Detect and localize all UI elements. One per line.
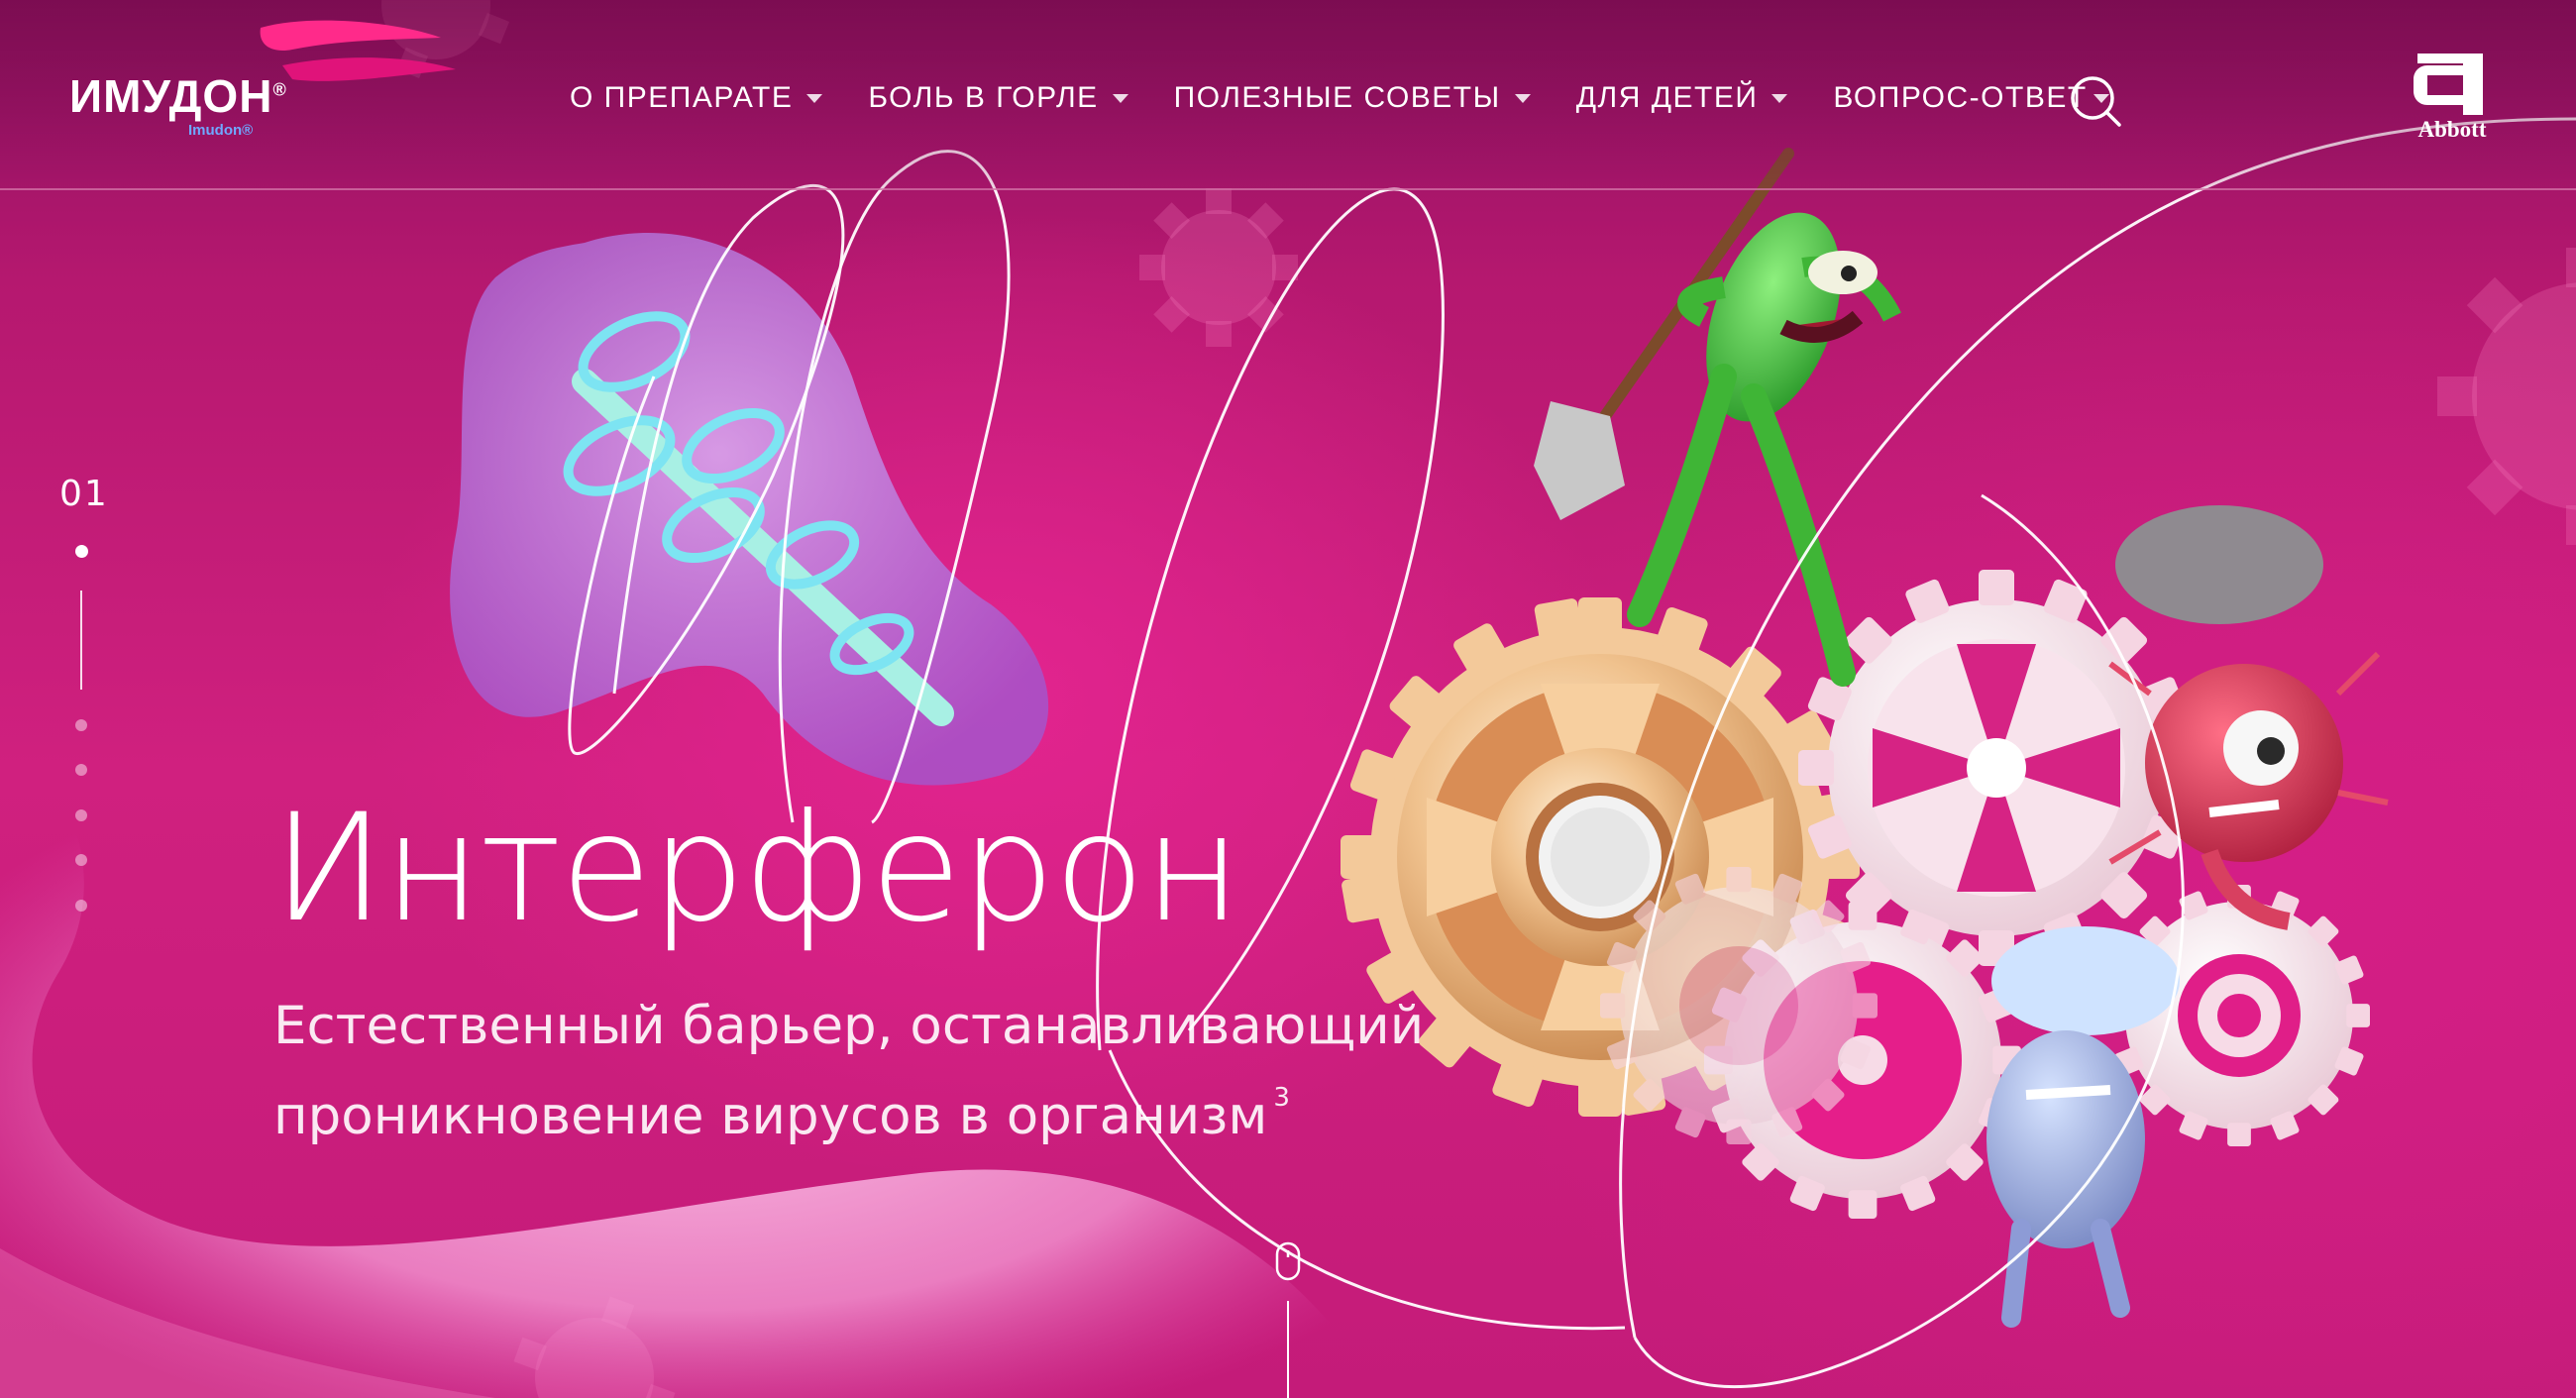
logo-subtext: Imudon® xyxy=(188,122,254,139)
nav-item-tips[interactable]: ПОЛЕЗНЫЕ СОВЕТЫ xyxy=(1174,81,1531,115)
abbott-label: Abbott xyxy=(2417,117,2487,142)
abbott-logo[interactable]: Abbott xyxy=(2398,48,2507,147)
nav-item-label: ДЛЯ ДЕТЕЙ xyxy=(1575,81,1759,114)
nav-item-label: ВОПРОС-ОТВЕТ xyxy=(1833,81,2088,114)
search-button[interactable] xyxy=(2066,71,2125,131)
hero-subtitle: Естественный барьер, останавливающий про… xyxy=(273,991,1462,1152)
mouse-scroll-icon xyxy=(1275,1241,1301,1398)
nav-item-sore-throat[interactable]: БОЛЬ В ГОРЛЕ xyxy=(868,81,1128,115)
nav-item-kids[interactable]: ДЛЯ ДЕТЕЙ xyxy=(1576,81,1788,115)
search-icon xyxy=(2071,76,2121,127)
pager-dot[interactable] xyxy=(75,900,87,912)
pager-dot[interactable] xyxy=(75,809,87,821)
main-nav: О ПРЕПАРАТЕ БОЛЬ В ГОРЛЕ ПОЛЕЗНЫЕ СОВЕТЫ… xyxy=(570,75,2155,121)
imudon-logo[interactable]: ИМУДОН® Imudon® xyxy=(69,18,456,152)
site-header: ИМУДОН® Imudon® О ПРЕПАРАТЕ БОЛЬ В ГОРЛЕ… xyxy=(0,0,2576,190)
nav-item-label: О ПРЕПАРАТЕ xyxy=(570,81,794,114)
pager-dot[interactable] xyxy=(75,854,87,866)
nav-item-label: БОЛЬ В ГОРЛЕ xyxy=(868,81,1099,114)
chevron-down-icon xyxy=(1112,93,1128,103)
footnote-ref[interactable]: 3 xyxy=(1273,1083,1290,1113)
chevron-down-icon xyxy=(806,93,823,103)
abbott-mark-icon xyxy=(2414,54,2483,115)
nav-item-label: ПОЛЕЗНЫЕ СОВЕТЫ xyxy=(1173,81,1501,114)
pager-dot[interactable] xyxy=(75,764,87,776)
pager-dot-active[interactable] xyxy=(75,545,88,558)
nav-item-about[interactable]: О ПРЕПАРАТЕ xyxy=(570,81,823,115)
hero-subtitle-line2: проникновение вирусов в организм xyxy=(273,1086,1268,1146)
chevron-down-icon xyxy=(1514,93,1531,103)
logo-text: ИМУДОН® xyxy=(69,70,287,122)
slide-number: 01 xyxy=(59,474,109,514)
hero-title: Интерферон xyxy=(272,783,1241,955)
scroll-down-indicator[interactable] xyxy=(1271,1241,1307,1398)
hero-illustration xyxy=(0,0,2576,1398)
chevron-down-icon xyxy=(1771,93,1788,103)
pager-dot[interactable] xyxy=(75,719,87,731)
pager-progress-line xyxy=(80,591,82,690)
hero-subtitle-line1: Естественный барьер, останавливающий xyxy=(273,996,1425,1056)
hero-stage: ИМУДОН® Imudon® О ПРЕПАРАТЕ БОЛЬ В ГОРЛЕ… xyxy=(0,0,2576,1398)
